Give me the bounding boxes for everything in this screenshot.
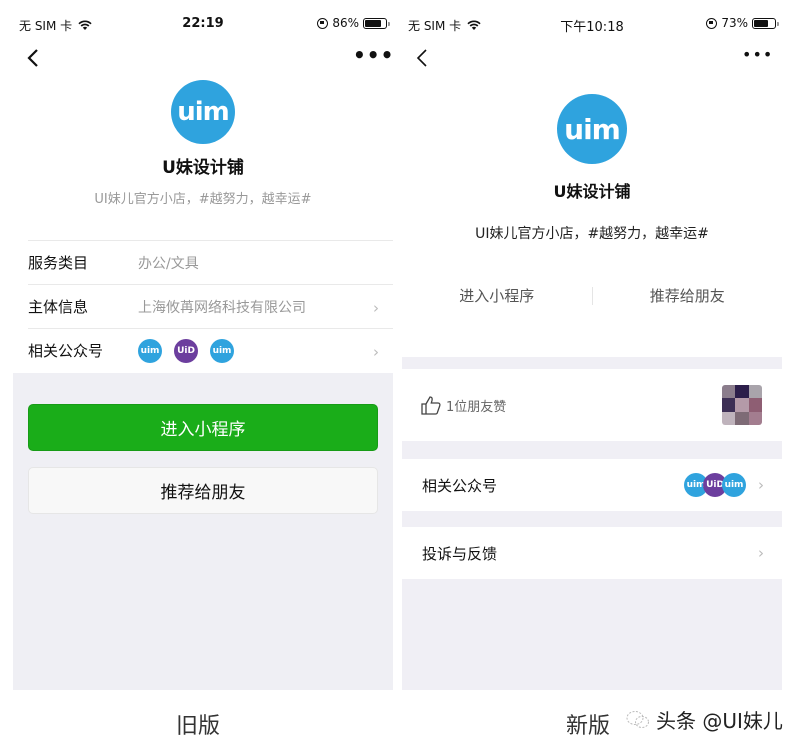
old-version-caption: 旧版 [176, 714, 221, 739]
orientation-lock-icon [706, 17, 718, 29]
status-bar: 无 SIM 卡 下午10:18 73% [402, 0, 782, 44]
friend-likes-row[interactable]: 1位朋友赞 [402, 369, 782, 441]
service-category-row: 服务类目 办公/文具 [28, 240, 393, 284]
related-accounts-row[interactable]: 相关公众号 uim UiD uim › [402, 459, 782, 511]
battery-percent: 86% [332, 16, 359, 30]
mini-program-logo: uim [171, 80, 235, 144]
row-value: 办公/文具 [138, 255, 199, 272]
old-version-screen: 无 SIM 卡 22:19 86% ••• uim U妹设计铺 UI妹儿官方小店… [13, 0, 393, 690]
bottom-area [402, 579, 782, 690]
mini-program-logo: uim [557, 94, 627, 164]
row-value: 上海攸苒网络科技有限公司 [138, 299, 306, 316]
thumbs-up-icon [421, 396, 441, 415]
nav-bar: ••• [13, 44, 393, 74]
row-label: 投诉与反馈 [422, 544, 498, 563]
section-gap [402, 441, 782, 459]
section-gap [402, 357, 782, 369]
row-label: 主体信息 [28, 298, 89, 316]
chevron-right-icon: › [373, 343, 379, 361]
account-avatar[interactable]: UiD [174, 338, 198, 363]
account-avatar-stack: uim UiD uim [684, 473, 746, 497]
battery-icon [363, 17, 390, 29]
friend-avatar[interactable] [722, 385, 762, 425]
complaint-feedback-row[interactable]: 投诉与反馈 › [402, 527, 782, 579]
more-icon[interactable]: ••• [353, 45, 393, 69]
watermark-text: 头条 @UI妹儿 [656, 709, 783, 733]
mini-program-name: U妹设计铺 [162, 158, 244, 178]
row-label: 相关公众号 [422, 476, 498, 495]
orientation-lock-icon [317, 17, 329, 29]
status-bar: 无 SIM 卡 22:19 86% [13, 0, 393, 44]
back-icon[interactable] [412, 47, 434, 69]
row-label: 相关公众号 [28, 342, 104, 360]
nav-bar: ••• [402, 44, 782, 74]
row-label: 服务类目 [28, 254, 89, 272]
related-accounts-row[interactable]: 相关公众号 uim UiD uim › [28, 328, 393, 372]
account-avatar[interactable]: uim [210, 338, 234, 363]
new-version-caption: 新版 [566, 714, 611, 739]
account-avatar: uim [722, 473, 746, 497]
mini-program-name: U妹设计铺 [553, 182, 631, 201]
section-gap [402, 511, 782, 527]
chevron-right-icon: › [758, 544, 764, 562]
mini-program-description: UI妹儿官方小店，#越努力，越幸运# [475, 226, 709, 242]
enter-mini-program-button[interactable]: 进入小程序 [402, 284, 592, 308]
more-icon[interactable]: ••• [742, 47, 772, 69]
chevron-right-icon: › [373, 299, 379, 317]
action-bar: 进入小程序 推荐给朋友 [402, 284, 782, 308]
enter-mini-program-button[interactable]: 进入小程序 [28, 404, 378, 451]
watermark: 头条 @UI妹儿 [626, 705, 783, 734]
battery-icon [752, 17, 779, 29]
battery-percent: 73% [721, 16, 748, 30]
chevron-right-icon: › [758, 476, 764, 494]
wechat-icon [626, 710, 649, 728]
recommend-to-friends-button[interactable]: 推荐给朋友 [28, 467, 378, 514]
mini-program-description: UI妹儿官方小店，#越努力，越幸运# [94, 192, 312, 207]
recommend-to-friends-button[interactable]: 推荐给朋友 [593, 284, 783, 308]
back-icon[interactable] [23, 47, 45, 69]
info-list: 服务类目 办公/文具 主体信息 上海攸苒网络科技有限公司 › 相关公众号 uim… [28, 240, 393, 372]
entity-info-row[interactable]: 主体信息 上海攸苒网络科技有限公司 › [28, 284, 393, 328]
account-avatar[interactable]: uim [138, 338, 162, 363]
new-version-screen: 无 SIM 卡 下午10:18 73% ••• uim U妹设计铺 UI妹儿官方… [402, 0, 782, 690]
likes-text: 1位朋友赞 [446, 399, 507, 415]
